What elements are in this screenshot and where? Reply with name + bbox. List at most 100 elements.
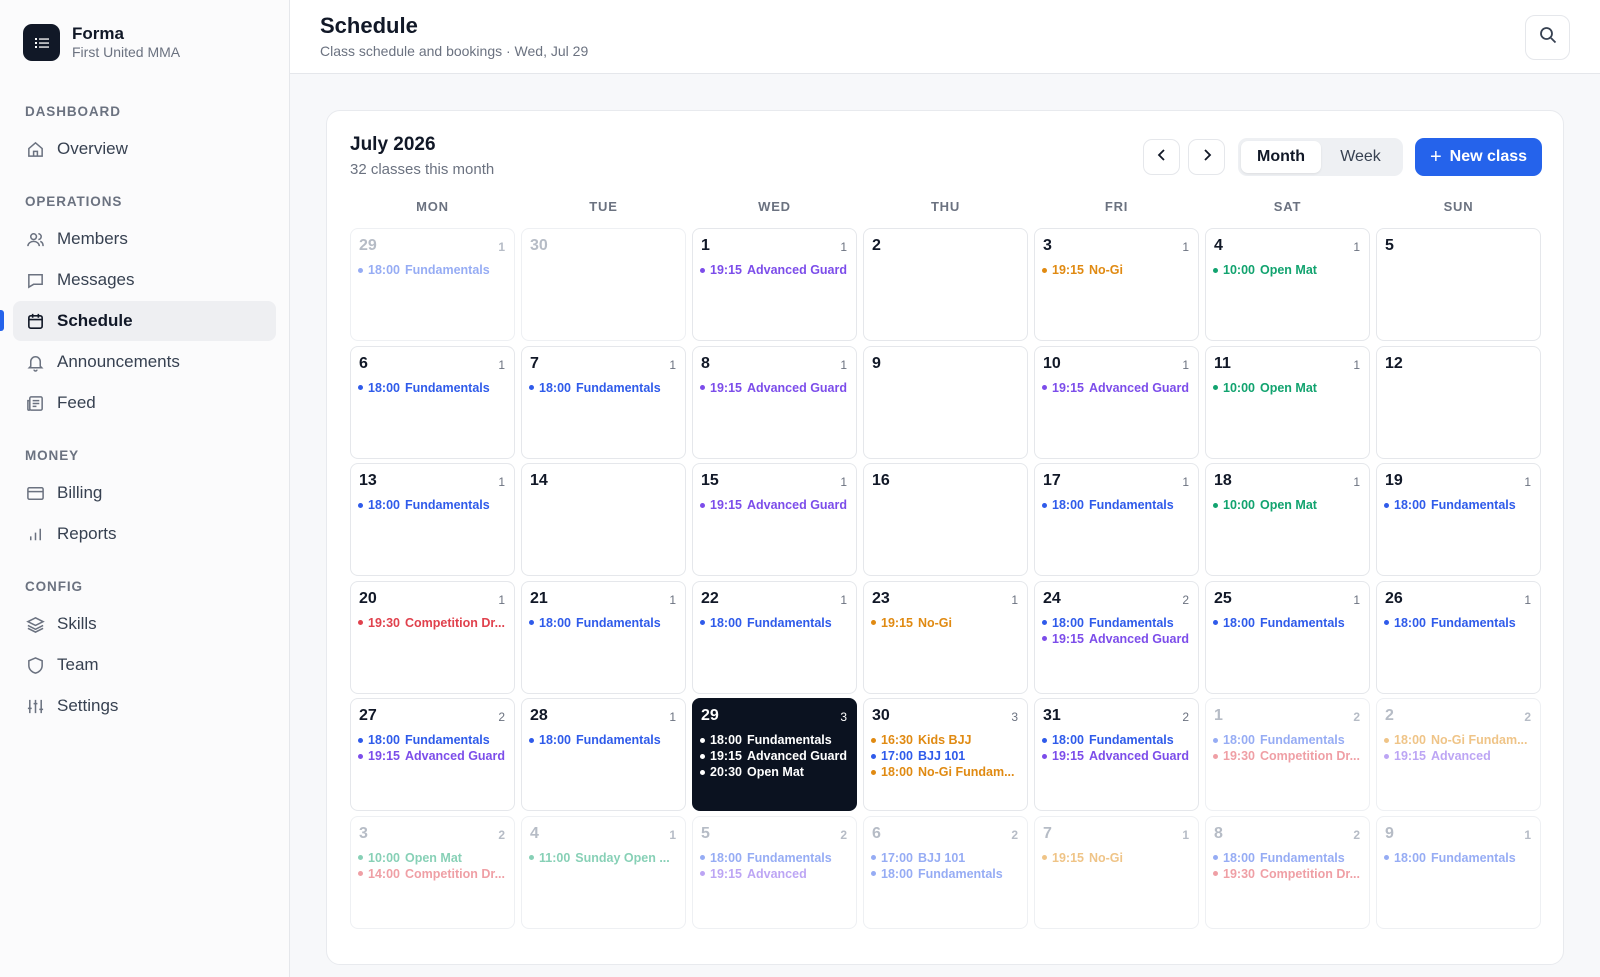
- class-event[interactable]: 18:00 Fundamentals: [700, 850, 850, 866]
- calendar-day[interactable]: 27 2 18:00 Fundamentals 19:15 Advanced Guard: [350, 698, 515, 811]
- calendar-day[interactable]: 30: [521, 228, 686, 341]
- class-event[interactable]: 18:00 No-Gi Fundam...: [1384, 732, 1534, 748]
- sidebar-item-announcements[interactable]: Announcements: [13, 342, 276, 382]
- sidebar-item-skills[interactable]: Skills: [13, 604, 276, 644]
- class-event[interactable]: 18:00 Fundamentals: [1213, 732, 1363, 748]
- search-button[interactable]: [1525, 15, 1570, 60]
- new-class-button[interactable]: + New class: [1415, 138, 1542, 176]
- class-event[interactable]: 10:00 Open Mat: [1213, 380, 1363, 396]
- calendar-day[interactable]: 5 2 18:00 Fundamentals 19:15 Advanced: [692, 815, 857, 929]
- class-event[interactable]: 18:00 Fundamentals: [700, 732, 850, 748]
- calendar-day-today[interactable]: 29 3 18:00 Fundamentals 19:15 Advanced Guard 2…: [692, 698, 857, 811]
- calendar-day[interactable]: 19 1 18:00 Fundamentals: [1376, 463, 1541, 576]
- sidebar-item-overview[interactable]: Overview: [13, 129, 276, 169]
- class-event[interactable]: 19:30 Competition Dr...: [1213, 866, 1363, 882]
- calendar-day[interactable]: 9: [863, 345, 1028, 459]
- class-event[interactable]: 16:30 Kids BJJ: [871, 732, 1021, 748]
- class-event[interactable]: 19:15 Advanced Guard: [700, 380, 850, 396]
- calendar-day[interactable]: 8 1 19:15 Advanced Guard: [692, 345, 857, 459]
- calendar-day[interactable]: 4 1 11:00 Sunday Open ...: [521, 815, 686, 929]
- calendar-day[interactable]: 6 2 17:00 BJJ 101 18:00 Fundamentals: [863, 815, 1028, 929]
- calendar-day[interactable]: 18 1 10:00 Open Mat: [1205, 463, 1370, 576]
- calendar-day[interactable]: 11 1 10:00 Open Mat: [1205, 345, 1370, 459]
- calendar-day[interactable]: 31 2 18:00 Fundamentals 19:15 Advanced Guard: [1034, 698, 1199, 811]
- calendar-day[interactable]: 7 1 18:00 Fundamentals: [521, 345, 686, 459]
- sidebar-item-members[interactable]: Members: [13, 219, 276, 259]
- class-event[interactable]: 19:15 No-Gi: [1042, 850, 1192, 866]
- class-event[interactable]: 19:15 Advanced: [1384, 748, 1534, 764]
- class-event[interactable]: 18:00 Fundamentals: [1213, 615, 1363, 631]
- class-event[interactable]: 19:15 Advanced Guard: [700, 748, 850, 764]
- calendar-day[interactable]: 6 1 18:00 Fundamentals: [350, 345, 515, 459]
- calendar-day[interactable]: 4 1 10:00 Open Mat: [1205, 228, 1370, 341]
- sidebar-item-schedule[interactable]: Schedule: [13, 301, 276, 341]
- calendar-day[interactable]: 25 1 18:00 Fundamentals: [1205, 580, 1370, 694]
- sidebar-item-billing[interactable]: Billing: [13, 473, 276, 513]
- class-event[interactable]: 19:15 Advanced Guard: [700, 262, 850, 278]
- calendar-day[interactable]: 17 1 18:00 Fundamentals: [1034, 463, 1199, 576]
- sidebar-item-messages[interactable]: Messages: [13, 260, 276, 300]
- next-month-button[interactable]: [1188, 139, 1225, 175]
- class-event[interactable]: 20:30 Open Mat: [700, 764, 850, 780]
- class-event[interactable]: 17:00 BJJ 101: [871, 748, 1021, 764]
- calendar-day[interactable]: 15 1 19:15 Advanced Guard: [692, 463, 857, 576]
- calendar-day[interactable]: 24 2 18:00 Fundamentals 19:15 Advanced Guard: [1034, 580, 1199, 694]
- prev-month-button[interactable]: [1143, 139, 1180, 175]
- class-event[interactable]: 11:00 Sunday Open ...: [529, 850, 679, 866]
- calendar-day[interactable]: 3 1 19:15 No-Gi: [1034, 228, 1199, 341]
- class-event[interactable]: 18:00 Fundamentals: [1384, 850, 1534, 866]
- class-event[interactable]: 19:15 Advanced Guard: [1042, 631, 1192, 647]
- class-event[interactable]: 19:15 Advanced: [700, 866, 850, 882]
- calendar-day[interactable]: 21 1 18:00 Fundamentals: [521, 580, 686, 694]
- sidebar-item-settings[interactable]: Settings: [13, 686, 276, 726]
- class-event[interactable]: 19:15 No-Gi: [871, 615, 1021, 631]
- class-event[interactable]: 18:00 Fundamentals: [871, 866, 1021, 882]
- calendar-day[interactable]: 5: [1376, 228, 1541, 341]
- class-event[interactable]: 17:00 BJJ 101: [871, 850, 1021, 866]
- class-event[interactable]: 18:00 Fundamentals: [529, 380, 679, 396]
- week-view-button[interactable]: Week: [1321, 141, 1400, 173]
- class-event[interactable]: 18:00 Fundamentals: [358, 732, 508, 748]
- month-view-button[interactable]: Month: [1241, 141, 1321, 173]
- calendar-day[interactable]: 7 1 19:15 No-Gi: [1034, 815, 1199, 929]
- class-event[interactable]: 18:00 Fundamentals: [1384, 497, 1534, 513]
- calendar-day[interactable]: 1 1 19:15 Advanced Guard: [692, 228, 857, 341]
- sidebar-item-feed[interactable]: Feed: [13, 383, 276, 423]
- calendar-day[interactable]: 12: [1376, 345, 1541, 459]
- class-event[interactable]: 19:15 Advanced Guard: [358, 748, 508, 764]
- class-event[interactable]: 19:30 Competition Dr...: [1213, 748, 1363, 764]
- class-event[interactable]: 14:00 Competition Dr...: [358, 866, 508, 882]
- calendar-day[interactable]: 29 1 18:00 Fundamentals: [350, 228, 515, 341]
- class-event[interactable]: 19:30 Competition Dr...: [358, 615, 508, 631]
- class-event[interactable]: 18:00 Fundamentals: [1384, 615, 1534, 631]
- class-event[interactable]: 10:00 Open Mat: [1213, 497, 1363, 513]
- class-event[interactable]: 18:00 Fundamentals: [529, 732, 679, 748]
- calendar-day[interactable]: 23 1 19:15 No-Gi: [863, 580, 1028, 694]
- class-event[interactable]: 10:00 Open Mat: [1213, 262, 1363, 278]
- calendar-day[interactable]: 3 2 10:00 Open Mat 14:00 Competition Dr...: [350, 815, 515, 929]
- brand[interactable]: Forma First United MMA: [23, 24, 180, 61]
- class-event[interactable]: 19:15 Advanced Guard: [1042, 380, 1192, 396]
- calendar-day[interactable]: 16: [863, 463, 1028, 576]
- class-event[interactable]: 19:15 Advanced Guard: [700, 497, 850, 513]
- class-event[interactable]: 18:00 No-Gi Fundam...: [871, 764, 1021, 780]
- calendar-day[interactable]: 8 2 18:00 Fundamentals 19:30 Competition Dr..…: [1205, 815, 1370, 929]
- class-event[interactable]: 18:00 Fundamentals: [1042, 497, 1192, 513]
- calendar-day[interactable]: 28 1 18:00 Fundamentals: [521, 698, 686, 811]
- calendar-day[interactable]: 22 1 18:00 Fundamentals: [692, 580, 857, 694]
- calendar-day[interactable]: 13 1 18:00 Fundamentals: [350, 463, 515, 576]
- class-event[interactable]: 19:15 Advanced Guard: [1042, 748, 1192, 764]
- sidebar-item-team[interactable]: Team: [13, 645, 276, 685]
- class-event[interactable]: 18:00 Fundamentals: [358, 380, 508, 396]
- class-event[interactable]: 18:00 Fundamentals: [1213, 850, 1363, 866]
- class-event[interactable]: 18:00 Fundamentals: [700, 615, 850, 631]
- calendar-day[interactable]: 30 3 16:30 Kids BJJ 17:00 BJJ 101 18:00 No-Gi F…: [863, 698, 1028, 811]
- calendar-day[interactable]: 2: [863, 228, 1028, 341]
- calendar-day[interactable]: 20 1 19:30 Competition Dr...: [350, 580, 515, 694]
- sidebar-item-reports[interactable]: Reports: [13, 514, 276, 554]
- class-event[interactable]: 18:00 Fundamentals: [529, 615, 679, 631]
- calendar-day[interactable]: 2 2 18:00 No-Gi Fundam... 19:15 Advanced: [1376, 698, 1541, 811]
- class-event[interactable]: 19:15 No-Gi: [1042, 262, 1192, 278]
- class-event[interactable]: 18:00 Fundamentals: [1042, 732, 1192, 748]
- class-event[interactable]: 18:00 Fundamentals: [1042, 615, 1192, 631]
